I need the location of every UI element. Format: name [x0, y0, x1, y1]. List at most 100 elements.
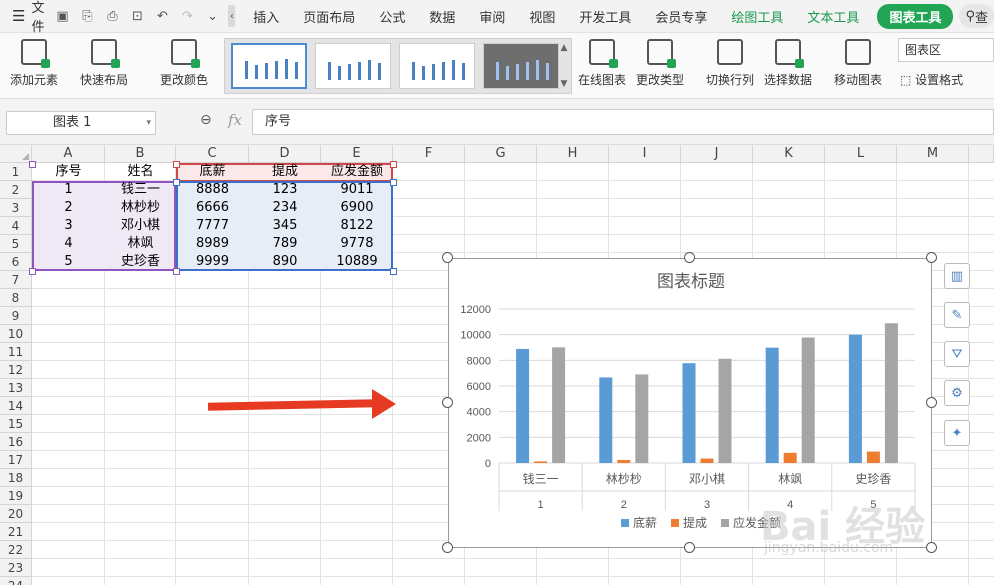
row-header-20[interactable]: 20 [0, 505, 32, 523]
row-header-19[interactable]: 19 [0, 487, 32, 505]
chart-filter-icon[interactable]: ⛛ [944, 341, 970, 367]
gallery-down-icon[interactable]: ▼ [561, 79, 568, 89]
data-cell[interactable]: 890 [249, 253, 321, 271]
add-element-button[interactable]: 添加元素 [10, 39, 58, 88]
chart-elements-icon[interactable]: ▥ [944, 263, 970, 289]
data-cell[interactable]: 邓小棋 [105, 217, 176, 235]
print-icon[interactable]: ⎙ [102, 6, 122, 26]
column-header-d[interactable]: D [249, 145, 321, 163]
online-chart-button[interactable]: 在线图表 [578, 39, 626, 88]
row-header-10[interactable]: 10 [0, 325, 32, 343]
row-header-11[interactable]: 11 [0, 343, 32, 361]
tab-chart-tools[interactable]: 图表工具 [877, 3, 954, 29]
data-cell[interactable]: 9011 [321, 181, 393, 199]
tab-data[interactable]: 数据 [417, 7, 467, 26]
row-header-1[interactable]: 1 [0, 163, 32, 181]
formula-input[interactable]: 序号 [252, 109, 994, 135]
range-selection-handle[interactable] [173, 179, 180, 186]
data-cell[interactable]: 8989 [176, 235, 249, 253]
tab-member[interactable]: 会员专享 [643, 7, 719, 26]
column-header-l[interactable]: L [825, 145, 897, 163]
data-cell[interactable]: 林杪杪 [105, 199, 176, 217]
data-cell[interactable]: 7777 [176, 217, 249, 235]
range-selection-handle[interactable] [173, 268, 180, 275]
set-format-button[interactable]: ⬚ 设置格式 [900, 71, 963, 88]
data-cell[interactable]: 9999 [176, 253, 249, 271]
column-header-m[interactable]: M [897, 145, 969, 163]
move-chart-button[interactable]: 移动图表 [834, 39, 882, 88]
column-header-a[interactable]: A [32, 145, 105, 163]
row-header-17[interactable]: 17 [0, 451, 32, 469]
resize-handle-b[interactable] [684, 542, 695, 553]
change-color-button[interactable]: 更改颜色 [160, 39, 208, 88]
column-header-k[interactable]: K [753, 145, 825, 163]
row-header-24[interactable]: 24 [0, 577, 32, 585]
file-menu[interactable]: ☰ 文件 [0, 0, 44, 35]
header-cell[interactable]: 底薪 [176, 163, 249, 181]
collapse-icon[interactable]: ‹ [228, 5, 236, 27]
more-dropdown-icon[interactable]: ⌄ [202, 6, 222, 26]
chart-style-3[interactable] [399, 43, 475, 89]
column-header-partial[interactable] [969, 145, 994, 163]
tab-developer[interactable]: 开发工具 [567, 7, 643, 26]
data-cell[interactable]: 8122 [321, 217, 393, 235]
data-cell[interactable]: 1 [32, 181, 105, 199]
row-header-2[interactable]: 2 [0, 181, 32, 199]
print-preview-icon[interactable]: ⊡ [127, 6, 147, 26]
data-cell[interactable]: 3 [32, 217, 105, 235]
chart-style-4[interactable] [483, 43, 559, 89]
data-cell[interactable]: 2 [32, 199, 105, 217]
chart-smart-bulb-icon[interactable]: ✦ [944, 420, 970, 446]
row-header-23[interactable]: 23 [0, 559, 32, 577]
column-header-f[interactable]: F [393, 145, 465, 163]
row-header-15[interactable]: 15 [0, 415, 32, 433]
tab-review[interactable]: 审阅 [467, 7, 517, 26]
data-cell[interactable]: 林飒 [105, 235, 176, 253]
fx-icon[interactable]: fx [228, 111, 242, 129]
chart-style-2[interactable] [315, 43, 391, 89]
column-header-c[interactable]: C [176, 145, 249, 163]
zoom-icon[interactable]: ⊖ [200, 112, 212, 128]
chart-settings-gear-icon[interactable]: ⚙ [944, 380, 970, 406]
header-cell[interactable]: 应发金额 [321, 163, 393, 181]
resize-handle-tr[interactable] [926, 252, 937, 263]
row-header-6[interactable]: 6 [0, 253, 32, 271]
data-cell[interactable]: 4 [32, 235, 105, 253]
tab-view[interactable]: 视图 [517, 7, 567, 26]
resize-handle-bl[interactable] [442, 542, 453, 553]
gallery-up-icon[interactable]: ▲ [561, 43, 568, 53]
data-cell[interactable]: 123 [249, 181, 321, 199]
chart-element-select[interactable]: 图表区 [898, 38, 994, 62]
data-cell[interactable]: 6666 [176, 199, 249, 217]
chart-style-1[interactable] [231, 43, 307, 89]
export-icon[interactable]: ⎘ [77, 6, 97, 26]
header-cell[interactable]: 姓名 [105, 163, 176, 181]
range-selection-handle[interactable] [173, 161, 180, 168]
tab-insert[interactable]: 插入 [241, 7, 291, 26]
tab-text-tools[interactable]: 文本工具 [795, 7, 871, 26]
chart-style-brush-icon[interactable]: ✎ [944, 302, 970, 328]
tab-page-layout[interactable]: 页面布局 [291, 7, 367, 26]
header-cell[interactable]: 提成 [249, 163, 321, 181]
row-header-13[interactable]: 13 [0, 379, 32, 397]
row-header-14[interactable]: 14 [0, 397, 32, 415]
data-cell[interactable]: 8888 [176, 181, 249, 199]
row-header-5[interactable]: 5 [0, 235, 32, 253]
select-data-button[interactable]: 选择数据 [764, 39, 812, 88]
range-selection-handle[interactable] [29, 161, 36, 168]
column-header-h[interactable]: H [537, 145, 609, 163]
column-header-b[interactable]: B [105, 145, 176, 163]
row-header-22[interactable]: 22 [0, 541, 32, 559]
data-cell[interactable]: 钱三一 [105, 181, 176, 199]
resize-handle-br[interactable] [926, 542, 937, 553]
row-header-21[interactable]: 21 [0, 523, 32, 541]
data-cell[interactable]: 345 [249, 217, 321, 235]
row-header-7[interactable]: 7 [0, 271, 32, 289]
gallery-scroll[interactable]: ▲ ▼ [559, 43, 569, 89]
save-icon[interactable]: ▣ [52, 6, 72, 26]
row-header-12[interactable]: 12 [0, 361, 32, 379]
select-all-corner[interactable] [0, 145, 32, 163]
resize-handle-t[interactable] [684, 252, 695, 263]
data-cell[interactable]: 789 [249, 235, 321, 253]
range-selection-handle[interactable] [390, 268, 397, 275]
